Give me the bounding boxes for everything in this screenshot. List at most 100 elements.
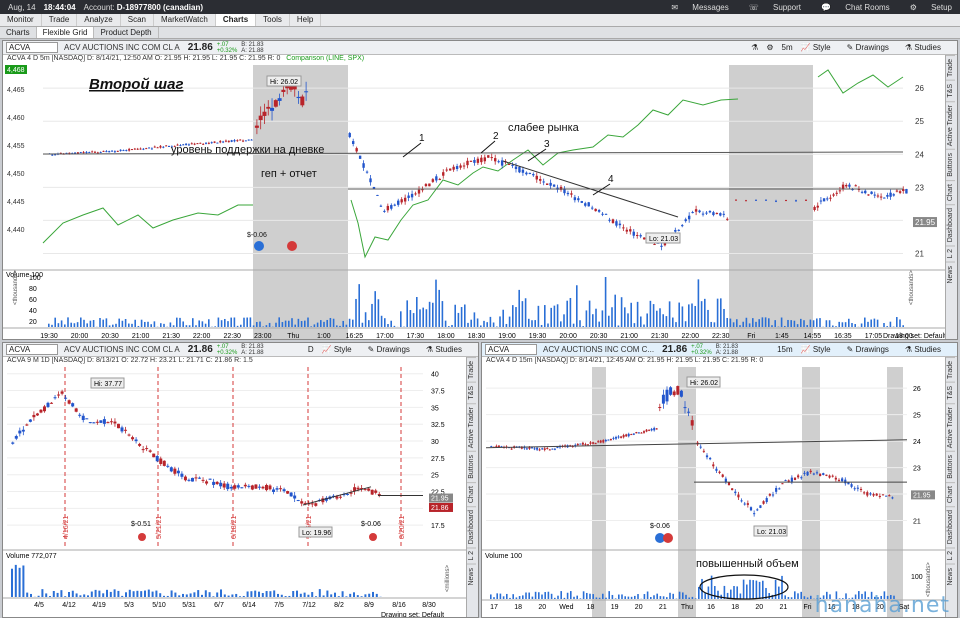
account-id[interactable]: D-18977800 (canadian) [117, 3, 203, 12]
side-tab-active-trader[interactable]: Active Trader [946, 402, 955, 451]
br-candle [721, 474, 724, 477]
timeframe-button[interactable]: 5m [782, 43, 793, 52]
br-timeframe-button[interactable]: 15m [777, 345, 793, 354]
volume-bar [643, 324, 645, 327]
side-tab-news[interactable]: News [946, 563, 955, 589]
br-volume-bar [573, 596, 575, 599]
br-volume-bar [490, 594, 492, 599]
bl-candle [148, 450, 152, 452]
br-candle [650, 428, 653, 431]
style-button[interactable]: 📈 Style [801, 43, 839, 52]
br-volume-bar [534, 591, 537, 599]
side-tab-trade[interactable]: Trade [946, 357, 955, 383]
bl-drawings-button[interactable]: ✎ Drawings [368, 345, 418, 354]
side-tab-dashboard[interactable]: Dashboard [946, 505, 955, 548]
drawings-button[interactable]: ✎ Drawings [847, 43, 897, 52]
side-tab-dashboard[interactable]: Dashboard [467, 505, 476, 548]
side-tab-buttons[interactable]: Buttons [946, 450, 955, 482]
y-right-label: 21 [915, 249, 924, 258]
volume-bar [784, 325, 786, 327]
support-button[interactable]: ☏ Support [749, 3, 805, 12]
subtab-product-depth[interactable]: Product Depth [94, 27, 159, 38]
symbol-input[interactable]: ACVA [6, 42, 58, 53]
bl-volume-bar [360, 596, 363, 597]
br-style-button[interactable]: 📈 Style [801, 345, 839, 354]
chat-rooms-button[interactable]: 💬 Chat Rooms [821, 3, 894, 12]
top-candle [459, 165, 462, 168]
br-candle [825, 474, 828, 476]
studies-button[interactable]: ⚗ Studies [905, 43, 949, 52]
x-tick-label: 16:25 [346, 333, 364, 340]
gear-icon[interactable]: ⚙ [766, 43, 773, 52]
br-symbol-input[interactable]: ACVA [485, 344, 537, 355]
br-candle [599, 440, 602, 443]
messages-button[interactable]: ✉ Messages [671, 3, 732, 12]
volume-bar [176, 317, 178, 327]
side-tab-t-s[interactable]: T&S [467, 382, 476, 403]
bl-candle [183, 476, 187, 481]
volume-bar [131, 323, 133, 327]
br-drawings-button[interactable]: ✎ Drawings [847, 345, 897, 354]
bl-chart-canvas[interactable]: 4037.53532.53027.52522.52017.54/16/215/2… [3, 367, 468, 618]
side-tab-t-s[interactable]: T&S [946, 80, 955, 101]
side-tab-news[interactable]: News [467, 563, 476, 589]
menu-scan[interactable]: Scan [121, 14, 154, 26]
bl-style-button[interactable]: 📈 Style [322, 345, 360, 354]
bl-volume-bar [265, 591, 268, 597]
top-candle [236, 140, 239, 142]
br-candle [837, 479, 841, 481]
menu-help[interactable]: Help [290, 14, 322, 26]
volume-bar [825, 320, 828, 327]
side-tab-buttons[interactable]: Buttons [467, 450, 476, 482]
side-tab-active-trader[interactable]: Active Trader [946, 100, 955, 149]
menu-tools[interactable]: Tools [256, 14, 290, 26]
top-candle [102, 150, 105, 152]
volume-bar [816, 318, 818, 327]
side-tab-buttons[interactable]: Buttons [946, 148, 955, 180]
bl-volume-bar [296, 590, 298, 597]
menu-analyze[interactable]: Analyze [77, 14, 121, 26]
br-volume-bar [650, 596, 652, 599]
setup-button[interactable]: ⚙ Setup [910, 3, 956, 12]
br-candle [687, 411, 691, 413]
subtab-charts[interactable]: Charts [0, 27, 37, 38]
br-chart-canvas[interactable]: 26252423222121.95Hi: 26.02Lo: 21.03$-0.0… [482, 367, 947, 618]
br-x-tick-label: Wed [559, 604, 573, 611]
br-studies-button[interactable]: ⚗ Studies [905, 345, 949, 354]
br-candle [592, 442, 595, 444]
volume-bar [502, 309, 504, 327]
flask-icon[interactable]: ⚗ [751, 43, 758, 52]
br-session-gap-zone [678, 367, 696, 617]
menu-marketwatch[interactable]: MarketWatch [154, 14, 216, 26]
y-left-label: 4,465 [7, 87, 25, 94]
side-tab-active-trader[interactable]: Active Trader [467, 402, 476, 451]
side-tab-t-s[interactable]: T&S [946, 382, 955, 403]
side-tab-l-2[interactable]: L 2 [946, 547, 955, 564]
bl-symbol-input[interactable]: ACVA [6, 344, 58, 355]
side-tab-dashboard[interactable]: Dashboard [946, 203, 955, 246]
side-tab-l-2[interactable]: L 2 [946, 245, 955, 262]
bl-ohlc-line: ACVA 9 M 1D [NASDAQ] D: 8/13/21 O: 22.72… [7, 357, 253, 364]
bl-timeframe-button[interactable]: D [308, 345, 314, 354]
side-tab-chart[interactable]: Chart [467, 481, 476, 506]
bl-volume-bar [201, 594, 203, 597]
side-tab-trade[interactable]: Trade [946, 55, 955, 81]
side-tab-chart[interactable]: Chart [946, 481, 955, 506]
br-volume-bar [621, 594, 623, 599]
menu-charts[interactable]: Charts [215, 14, 257, 26]
menu-trade[interactable]: Trade [42, 14, 78, 26]
top-chart-canvas[interactable]: 2625242322214,4654,4604,4554,4504,4454,4… [3, 65, 947, 340]
bl-studies-button[interactable]: ⚗ Studies [426, 345, 470, 354]
menu-monitor[interactable]: Monitor [0, 14, 42, 26]
subtab-flexible-grid[interactable]: Flexible Grid [36, 27, 95, 38]
volume-bar [748, 323, 751, 327]
side-tab-chart[interactable]: Chart [946, 179, 955, 204]
br-candle [510, 448, 513, 450]
bl-volume-bar [220, 589, 222, 597]
side-tab-trade[interactable]: Trade [467, 357, 476, 383]
side-tab-news[interactable]: News [946, 261, 955, 287]
br-candle [579, 443, 582, 445]
br-volume-bar [678, 591, 681, 599]
side-tab-l-2[interactable]: L 2 [467, 547, 476, 564]
volume-bar [195, 325, 197, 327]
